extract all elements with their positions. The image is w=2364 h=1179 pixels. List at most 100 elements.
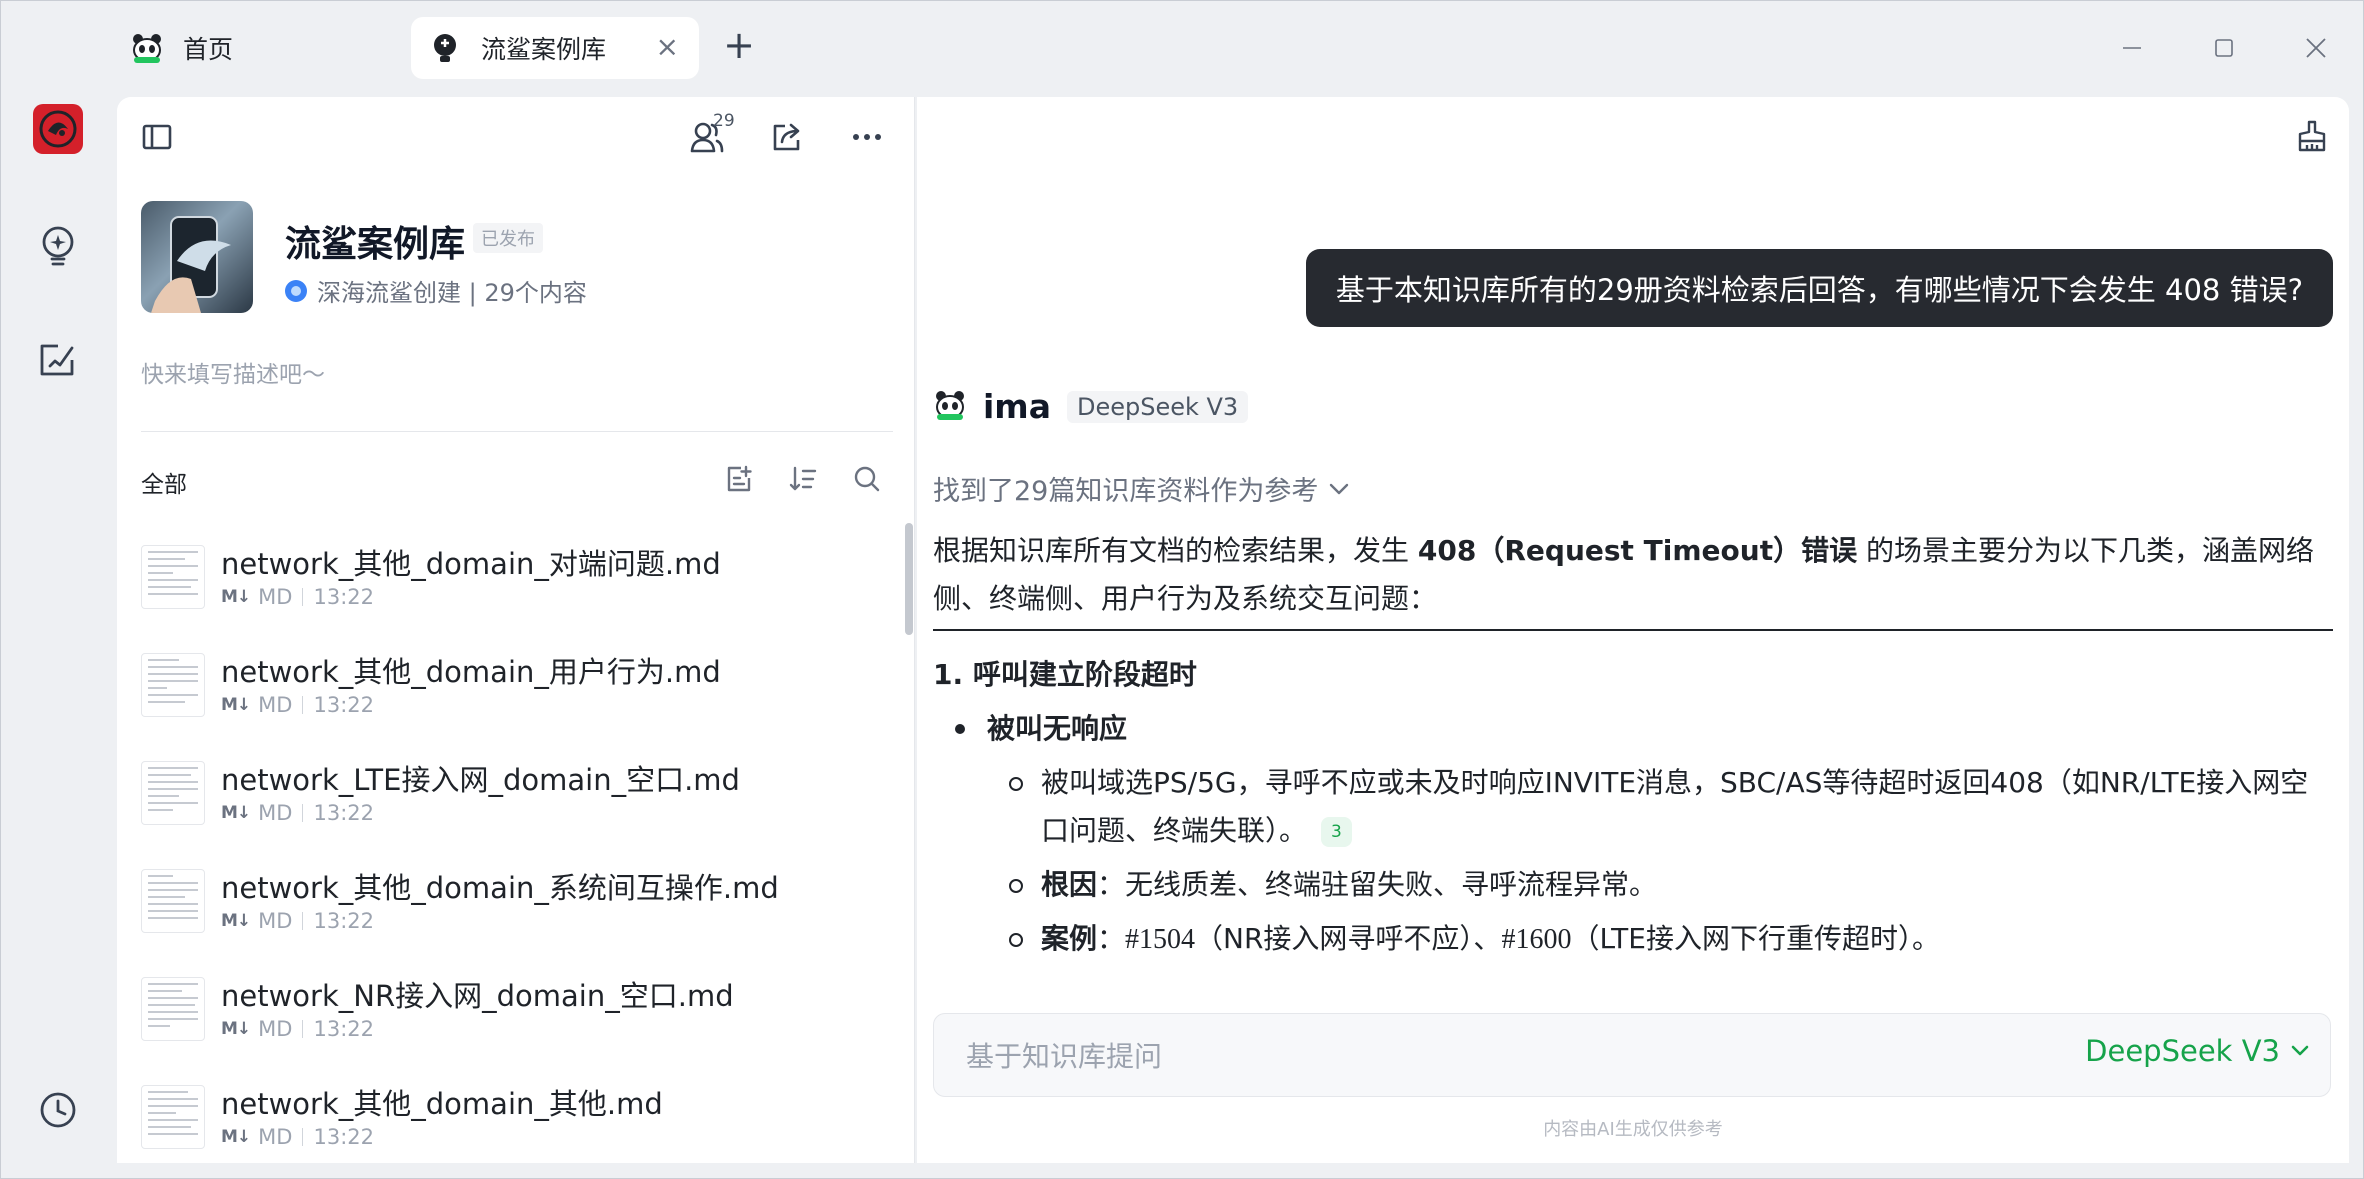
markdown-icon: M↓: [221, 587, 251, 607]
markdown-icon: M↓: [221, 695, 251, 715]
file-type: MD: [258, 909, 293, 933]
file-thumbnail: [141, 977, 205, 1041]
tab-kb[interactable]: 流鲨案例库 ×: [411, 17, 699, 79]
status-badge: 已发布: [473, 223, 543, 253]
kb-meta: 深海流鲨创建 | 29个内容: [285, 273, 587, 308]
sort-button[interactable]: [785, 461, 821, 497]
kb-title: 流鲨案例库: [285, 224, 466, 265]
close-icon[interactable]: ×: [656, 31, 679, 63]
rail-history-button[interactable]: [35, 1087, 81, 1133]
case-id: #1600: [1501, 924, 1572, 955]
sort-icon: [789, 466, 817, 491]
file-name: network_其他_domain_系统间互操作.md: [221, 871, 779, 905]
lightbulb-icon: [42, 226, 74, 266]
share-icon: [773, 123, 800, 151]
tab-home[interactable]: 首页: [121, 17, 381, 79]
file-thumbnail: [141, 869, 205, 933]
rail-notes-button[interactable]: [35, 337, 81, 383]
ai-disclaimer: 内容由AI生成仅供参考: [1543, 1119, 1723, 1140]
markdown-icon: M↓: [221, 803, 251, 823]
window-close-icon: [2306, 38, 2326, 58]
kb-description[interactable]: 快来填写描述吧～: [141, 355, 325, 389]
app-logo-icon[interactable]: [33, 104, 83, 154]
add-content-button[interactable]: [721, 461, 757, 497]
ai-model-badge: DeepSeek V3: [1066, 390, 1249, 423]
maximize-icon: [2215, 39, 2233, 57]
intro-bold: 408（Request Timeout）错误: [1417, 534, 1858, 567]
window-close-button[interactable]: [2293, 25, 2339, 71]
sub-bullet-label: 根因: [1041, 868, 1098, 901]
minimize-button[interactable]: [2109, 25, 2155, 71]
file-time: 13:22: [313, 585, 374, 609]
file-meta: M↓ MD 13:22: [221, 585, 374, 609]
file-type: MD: [258, 1125, 293, 1149]
file-item[interactable]: network_其他_domain_系统间互操作.md M↓ MD 13:22: [141, 859, 901, 967]
title-bar: 首页 流鲨案例库 × +: [1, 1, 2364, 97]
markdown-icon: M↓: [221, 1127, 251, 1147]
file-time: 13:22: [313, 801, 374, 825]
chat-input-box: DeepSeek V3: [933, 1013, 2331, 1097]
file-meta: M↓ MD 13:22: [221, 693, 374, 717]
user-message: 基于本知识库所有的29册资料检索后回答，有哪些情况下会发生 408 错误?: [1305, 249, 2333, 327]
file-thumbnail: [141, 1085, 205, 1149]
sub-bullet-item: 案例：#1504（NR接入网寻呼不应）、#1600（LTE接入网下行重传超时）。: [933, 915, 2333, 964]
ai-header: ima DeepSeek V3: [933, 387, 1249, 426]
intro-text: 根据知识库所有文档的检索结果，发生: [933, 534, 1418, 567]
chat-input[interactable]: [966, 1034, 1866, 1078]
file-type: MD: [258, 585, 293, 609]
clear-chat-button[interactable]: [2289, 113, 2335, 159]
references-toggle[interactable]: 找到了29篇知识库资料作为参考: [933, 469, 1350, 508]
file-item[interactable]: network_其他_domain_用户行为.md M↓ MD 13:22: [141, 643, 901, 751]
model-selector-label: DeepSeek V3: [2085, 1034, 2280, 1068]
markdown-icon: M↓: [221, 1019, 251, 1039]
panda-icon: [933, 388, 967, 426]
sub-bullet-item: 被叫域选PS/5G，寻呼不应或未及时响应INVITE消息，SBC/AS等待超时返…: [933, 759, 2333, 855]
model-selector[interactable]: DeepSeek V3: [2085, 1034, 2310, 1068]
file-meta: M↓ MD 13:22: [221, 1017, 374, 1041]
tab-home-label: 首页: [183, 35, 234, 64]
ai-answer: 根据知识库所有文档的检索结果，发生 408（Request Timeout）错误…: [933, 527, 2333, 985]
section-heading: 1. 呼叫建立阶段超时: [933, 658, 1197, 691]
file-item[interactable]: network_LTE接入网_domain_空口.md M↓ MD 13:22: [141, 751, 901, 859]
file-item[interactable]: network_其他_domain_其他.md M↓ MD 13:22: [141, 1075, 901, 1179]
add-file-icon: [727, 465, 752, 492]
sub-bullet-text: ：: [1097, 922, 1126, 955]
broom-icon: [2298, 120, 2326, 152]
share-button[interactable]: [765, 115, 809, 159]
minimize-icon: [2123, 47, 2141, 49]
kb-panel: 29 流鲨案例库 已发布 深海流鲨创建 | 29个内容 快来填写描述吧～ 全部 …: [117, 97, 915, 1163]
file-time: 13:22: [313, 693, 374, 717]
app-window: 首页 流鲨案例库 × + 29 流鲨案例库 已发布 深海流鲨创建 | 29个内容…: [0, 0, 2364, 1179]
file-thumbnail: [141, 761, 205, 825]
search-button[interactable]: [849, 461, 885, 497]
maximize-button[interactable]: [2201, 25, 2247, 71]
citation-badge[interactable]: 3: [1321, 817, 1352, 847]
new-tab-button[interactable]: +: [719, 25, 759, 69]
file-item[interactable]: network_NR接入网_domain_空口.md M↓ MD 13:22: [141, 967, 901, 1075]
kb-cover-image: [141, 201, 253, 313]
tab-kb-label: 流鲨案例库: [481, 35, 607, 64]
sub-bullet-text: ：无线质差、终端驻留失败、寻呼流程异常。: [1097, 868, 1658, 901]
file-name: network_NR接入网_domain_空口.md: [221, 979, 734, 1013]
sub-bullet-text: 被叫域选PS/5G，寻呼不应或未及时响应INVITE消息，SBC/AS等待超时返…: [1041, 766, 2309, 847]
answer-intro: 根据知识库所有文档的检索结果，发生 408（Request Timeout）错误…: [933, 527, 2333, 631]
file-time: 13:22: [313, 1017, 374, 1041]
file-time: 13:22: [313, 1125, 374, 1149]
sub-bullet-text: （NR接入网寻呼不应）、: [1195, 922, 1502, 955]
file-thumbnail: [141, 653, 205, 717]
more-button[interactable]: [845, 115, 889, 159]
file-name: network_其他_domain_其他.md: [221, 1087, 663, 1121]
ai-name: ima: [983, 387, 1051, 426]
chat-panel: 基于本知识库所有的29册资料检索后回答，有哪些情况下会发生 408 错误? im…: [917, 97, 2349, 1163]
panda-icon: [129, 30, 165, 66]
file-item[interactable]: network_其他_domain_对端问题.md M↓ MD 13:22: [141, 535, 901, 643]
bullet-item: 被叫无响应: [933, 705, 2333, 753]
file-type: MD: [258, 693, 293, 717]
case-id: #1504: [1125, 924, 1196, 955]
chevron-down-icon: [2291, 1045, 2309, 1056]
rail-knowledge-button[interactable]: [35, 223, 81, 269]
search-icon: [854, 466, 880, 492]
file-list-scrollbar[interactable]: [905, 523, 913, 635]
filter-all[interactable]: 全部: [141, 465, 187, 499]
toggle-sidebar-button[interactable]: [135, 115, 179, 159]
